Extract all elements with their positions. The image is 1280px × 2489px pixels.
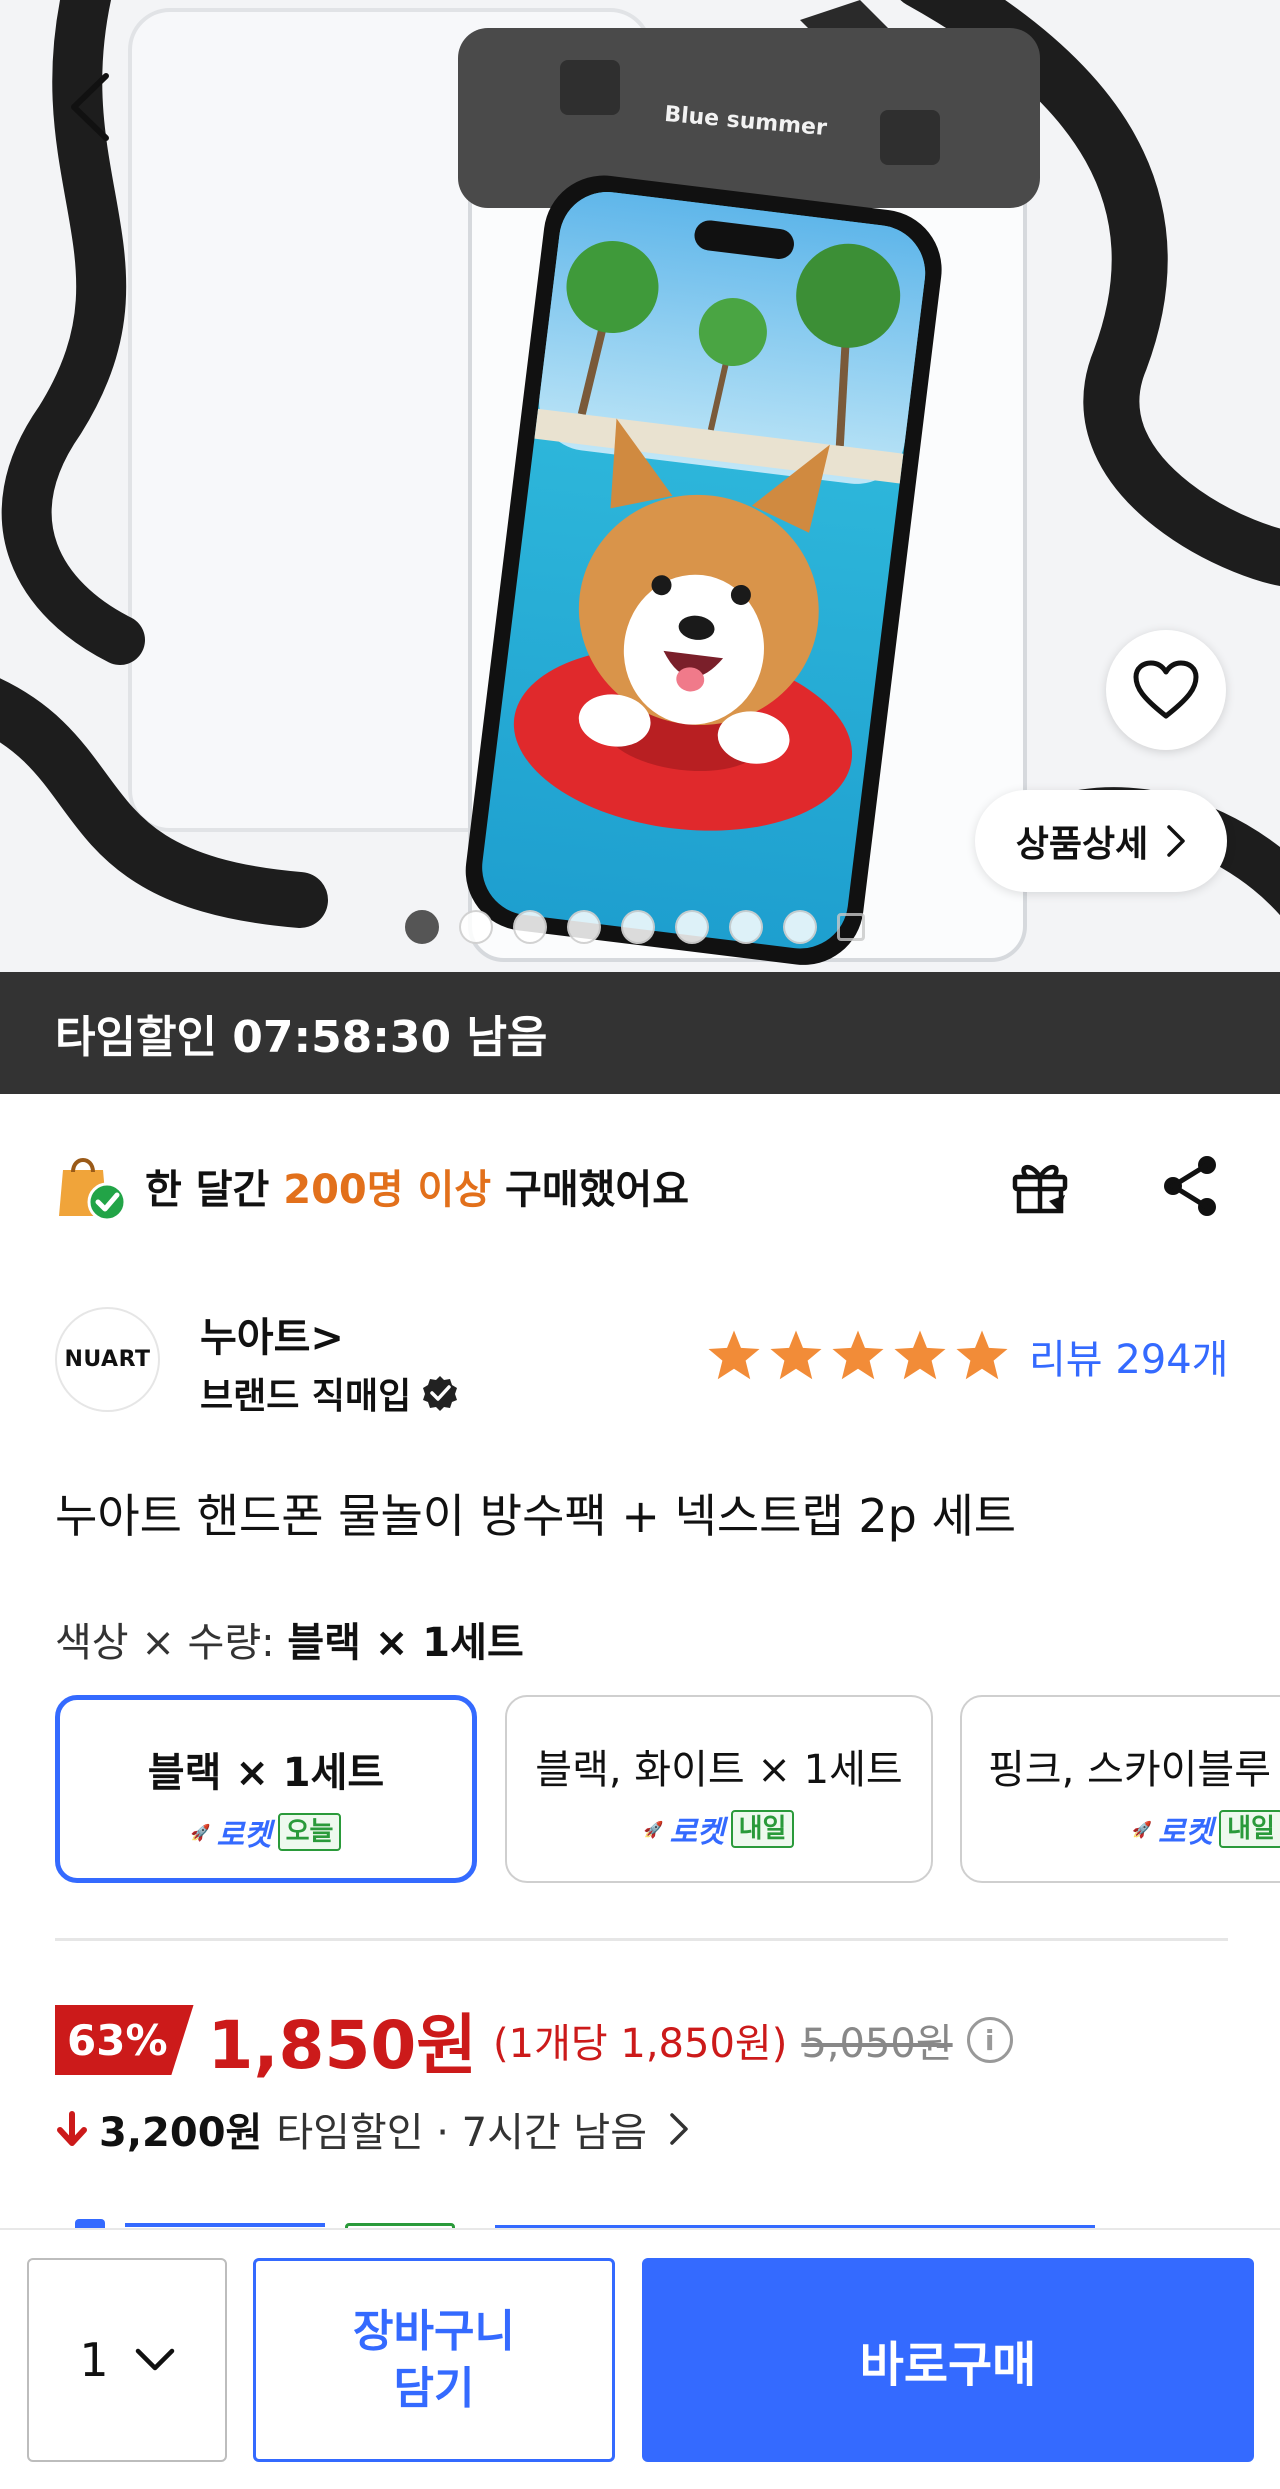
share-icon [1164, 1156, 1216, 1216]
chevron-down-icon [135, 2348, 174, 2371]
purchase-count-text: 한 달간 200명 이상 구매했어요 [145, 1157, 689, 1215]
chevron-right-icon [1167, 825, 1185, 857]
section-divider [55, 1938, 1228, 1941]
carousel-dot[interactable] [405, 910, 439, 944]
brand-logo[interactable]: NUART [55, 1307, 160, 1412]
option-list[interactable]: 블랙 × 1세트 🚀 로켓 오늘 블랙, 화이트 × 1세트 🚀 로켓 내일 핑… [55, 1695, 1280, 1885]
star-icon [956, 1330, 1008, 1380]
original-price: 5,050원 [801, 2021, 953, 2067]
heart-icon [1133, 660, 1199, 719]
carousel-more-icon [837, 913, 865, 941]
brand-direct-label: 브랜드 직매입 [200, 1367, 459, 1419]
quantity-select[interactable]: 1 [27, 2258, 227, 2462]
arrow-down-icon [57, 2111, 87, 2146]
carousel-dot[interactable] [513, 910, 547, 944]
rocket-icon: 🚀 [190, 1822, 211, 1842]
delivery-day-tag: 내일 [730, 1810, 795, 1848]
rocket-label: 로켓 [216, 1818, 272, 1853]
add-to-cart-button[interactable]: 장바구니 담기 [253, 2258, 615, 2462]
brand-name-link[interactable]: 누아트> [200, 1305, 344, 1363]
share-button[interactable] [1150, 1146, 1230, 1226]
rating-summary[interactable]: 리뷰 294개 [705, 1327, 1228, 1385]
option-label: 색상 × 수량: 블랙 × 1세트 [55, 1610, 524, 1668]
carousel-dot[interactable] [675, 910, 709, 944]
purchase-count-row: 한 달간 200명 이상 구매했어요 [55, 1142, 1230, 1230]
bottom-action-bar: 1 장바구니 담기 바로구매 [0, 2228, 1280, 2489]
purchase-highlight: 200명 이상 [283, 1167, 492, 1213]
unit-price: (1개당 1,850원) [493, 2021, 788, 2067]
purchase-prefix: 한 달간 [145, 1167, 284, 1213]
carousel-dot[interactable] [621, 910, 655, 944]
discount-badge: 63% [55, 2005, 194, 2075]
time-discount-amount: 3,200원 [99, 2110, 263, 2156]
option-name: 핑크, 스카이블루 [988, 1747, 1272, 1793]
rocket-delivery-badge: 🚀 로켓 내일 [1132, 1807, 1280, 1851]
carousel-dot[interactable] [729, 910, 763, 944]
time-sale-text: 타임할인 07:58:30 남음 [55, 1012, 548, 1063]
star-icon [708, 1330, 760, 1380]
rocket-label: 로켓 [669, 1815, 725, 1850]
time-discount-text: 타임할인 · 7시간 남음 [276, 2110, 648, 2156]
product-title: 누아트 핸드폰 물놀이 방수팩 + 넥스트랩 2p 세트 [55, 1489, 1017, 1543]
rocket-delivery-badge: 🚀 로켓 오늘 [60, 1810, 472, 1854]
time-discount-row[interactable]: 3,200원 타임할인 · 7시간 남음 [55, 2100, 689, 2158]
option-item[interactable]: 핑크, 스카이블루 🚀 로켓 내일 [960, 1695, 1280, 1883]
gift-icon [1012, 1165, 1068, 1214]
option-item[interactable]: 블랙, 화이트 × 1세트 🚀 로켓 내일 [505, 1695, 933, 1883]
option-name: 블랙, 화이트 × 1세트 [535, 1747, 903, 1793]
info-icon[interactable]: i [966, 2017, 1013, 2063]
option-label-text: 색상 × 수량: [55, 1620, 288, 1666]
option-selected-value: 블랙 × 1세트 [287, 1620, 524, 1666]
wishlist-button[interactable] [1106, 630, 1226, 750]
time-sale-banner: 타임할인 07:58:30 남음 [0, 972, 1280, 1094]
review-count-link[interactable]: 리뷰 294개 [1029, 1327, 1228, 1385]
product-image-carousel[interactable]: Blue summer 상품상세 [0, 0, 1280, 972]
delivery-day-tag: 오늘 [277, 1813, 342, 1851]
purchase-suffix: 구매했어요 [491, 1167, 690, 1213]
option-item[interactable]: 블랙 × 1세트 🚀 로켓 오늘 [55, 1695, 477, 1883]
star-rating [705, 1327, 1011, 1385]
carousel-dot[interactable] [783, 910, 817, 944]
quantity-value: 1 [79, 2333, 109, 2387]
rocket-label: 로켓 [1157, 1815, 1214, 1850]
brand-logo-text: NUART [64, 1347, 151, 1372]
chevron-right-icon [670, 2113, 688, 2145]
gift-button[interactable] [1000, 1146, 1080, 1226]
chevron-left-icon [71, 73, 109, 141]
star-icon [894, 1330, 946, 1380]
brand-row: NUART 누아트> 브랜드 직매입 리뷰 294개 [55, 1305, 1230, 1417]
star-icon [832, 1330, 884, 1380]
rocket-delivery-badge: 🚀 로켓 내일 [507, 1807, 931, 1851]
brand-subtitle: 브랜드 직매입 [200, 1376, 412, 1417]
carousel-dot[interactable] [567, 910, 601, 944]
carousel-indicator [405, 910, 865, 944]
product-detail-button[interactable]: 상품상세 [975, 790, 1227, 892]
price-row: 63% 1,850원 (1개당 1,850원) 5,050원 i [55, 1995, 1013, 2085]
rocket-icon: 🚀 [643, 1819, 664, 1839]
product-detail-label: 상품상세 [1015, 824, 1149, 865]
rocket-icon: 🚀 [1132, 1819, 1152, 1839]
delivery-day-tag: 내일 [1219, 1810, 1280, 1848]
verified-badge-icon [423, 1376, 458, 1411]
option-name: 블랙 × 1세트 [147, 1750, 385, 1796]
buy-now-button[interactable]: 바로구매 [642, 2258, 1254, 2462]
back-button[interactable] [55, 62, 125, 152]
carousel-dot[interactable] [459, 910, 493, 944]
star-icon [770, 1330, 822, 1380]
sale-price: 1,850원 [207, 2007, 478, 2084]
shopping-bag-check-icon [55, 1150, 127, 1222]
